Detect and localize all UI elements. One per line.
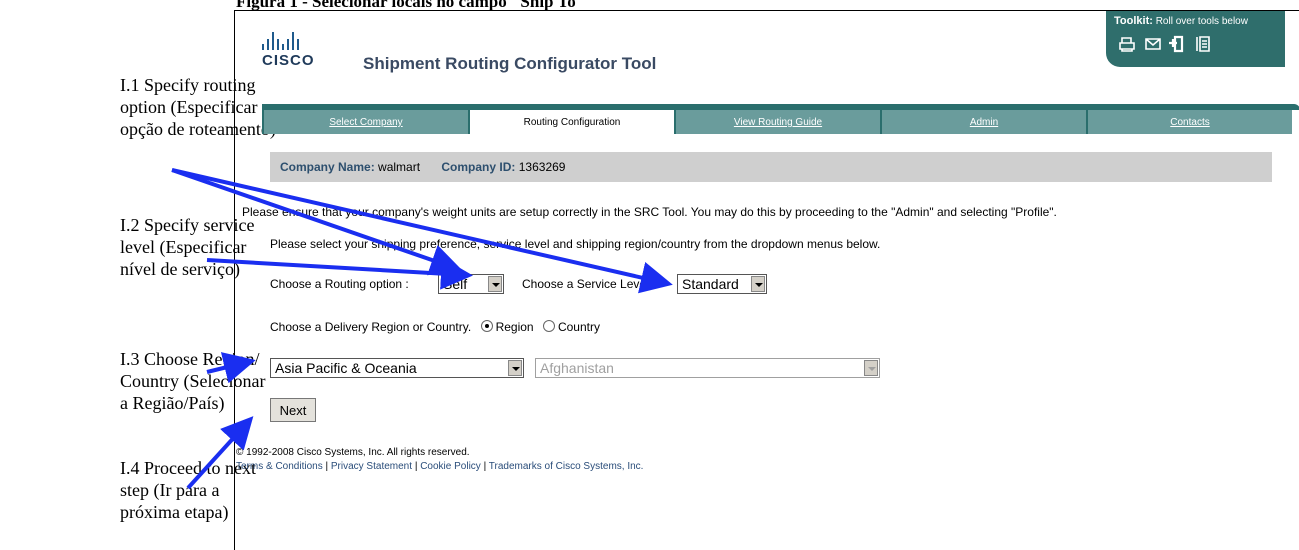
- arrow-service: [206, 257, 473, 290]
- annotation-arrows: [171, 168, 673, 490]
- arrow-routing: [171, 168, 463, 276]
- arrow-next: [186, 416, 254, 490]
- arrow-region: [206, 352, 256, 384]
- arrow-routing-service: [171, 168, 673, 294]
